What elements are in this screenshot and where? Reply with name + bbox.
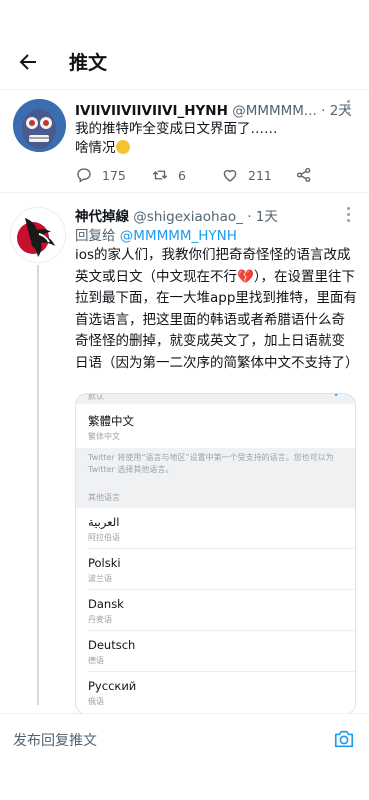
author-name[interactable]: IVIIVIIVIIVIIVI_HYNH	[75, 103, 228, 119]
back-arrow-icon[interactable]	[16, 50, 40, 74]
share-icon	[296, 167, 311, 183]
reply-button[interactable]: 175	[75, 166, 126, 184]
reply-input[interactable]: 发布回复推文	[13, 730, 97, 750]
language-row: Dansk 丹麦语	[76, 590, 355, 631]
reply-composer[interactable]: 发布回复推文	[0, 713, 369, 765]
language-name: 繁體中文	[88, 414, 134, 428]
camera-icon[interactable]	[333, 728, 355, 750]
tweet-text: ios的家人们，我教你们把奇奇怪怪的语言改成英文或日文（中文现在不行💔），在设置…	[75, 245, 359, 374]
avatar[interactable]	[10, 207, 66, 263]
language-subtitle: 波兰语	[88, 574, 112, 583]
reply-tweet[interactable]: 神代掉線 @shigexiaohao_ · 1天 回复给 @MMMMM_HYNH…	[0, 193, 369, 715]
tweet-text-line: 我的推特咋全变成日文界面了……	[75, 121, 278, 137]
page-title: 推文	[69, 52, 108, 74]
broken-heart-emoji-icon: 💔	[237, 268, 254, 285]
comment-icon	[77, 168, 91, 183]
reply-count: 175	[102, 167, 126, 183]
tweet-time: · 1天	[247, 209, 278, 225]
other-languages-heading: 其他语言	[88, 493, 120, 502]
language-name: Русский	[88, 679, 137, 693]
tweet-actions: 175 6 211	[75, 166, 335, 186]
author-line: IVIIVIIVIIVIIVI_HYNH @MMMMM... · 2天	[75, 99, 352, 119]
like-count: 211	[248, 167, 272, 183]
language-subtitle: 阿拉伯语	[88, 533, 120, 542]
default-label: 默认	[88, 393, 104, 401]
author-handle: @shigexiaohao_	[133, 209, 243, 225]
more-options-icon[interactable]	[347, 207, 351, 225]
author-line: 神代掉線 @shigexiaohao_ · 1天	[75, 205, 278, 225]
retweet-count: 6	[178, 167, 186, 183]
retweet-icon	[152, 170, 168, 180]
retweet-button[interactable]: 6	[151, 166, 186, 184]
image-top-strip: 默认 ✓	[76, 394, 355, 404]
tweet-text: 我的推特咋全变成日文界面了…… 啥情况	[75, 120, 355, 158]
language-subtitle: 德语	[88, 656, 104, 665]
language-subtitle: 俄语	[88, 697, 104, 706]
heart-icon	[223, 169, 237, 182]
attached-image[interactable]: 默认 ✓ 繁體中文 繁体中文 Twitter 将使用“语言与地区”设置中第一个受…	[75, 393, 356, 715]
language-row: العربية 阿拉伯语	[76, 508, 355, 549]
selected-language-row: 繁體中文 繁体中文	[76, 404, 355, 448]
language-name: العربية	[88, 515, 120, 529]
tweet-text-line: 啥情况	[75, 139, 355, 158]
language-note: Twitter 将使用“语言与地区”设置中第一个受支持的语言。您也可以为 Twi…	[88, 453, 334, 474]
language-row: Polski 波兰语	[76, 549, 355, 590]
author-name[interactable]: 神代掉線	[75, 209, 129, 225]
author-handle: @MMMMM...	[232, 103, 317, 119]
more-options-icon[interactable]	[347, 100, 351, 118]
top-bar: 推文	[0, 34, 369, 90]
check-icon: ✓	[332, 393, 343, 400]
replying-to-label: 回复给	[75, 228, 116, 244]
language-subtitle: 繁体中文	[88, 432, 120, 441]
like-button[interactable]: 211	[221, 166, 272, 184]
tweet-text-span: 啥情况	[75, 140, 116, 156]
language-name: Deutsch	[88, 638, 136, 652]
language-subtitle: 丹麦语	[88, 615, 112, 624]
replying-to: 回复给 @MMMMM_HYNH	[75, 224, 237, 244]
thread-line	[37, 265, 39, 705]
avatar[interactable]	[13, 99, 66, 152]
language-name: Dansk	[88, 597, 124, 611]
replying-to-handle[interactable]: @MMMMM_HYNH	[120, 228, 237, 244]
language-name: Polski	[88, 556, 121, 570]
language-row: Русский 俄语	[76, 672, 355, 714]
share-button[interactable]	[295, 166, 322, 184]
language-row: Deutsch 德语	[76, 631, 355, 672]
neutral-face-emoji-icon	[115, 140, 130, 154]
